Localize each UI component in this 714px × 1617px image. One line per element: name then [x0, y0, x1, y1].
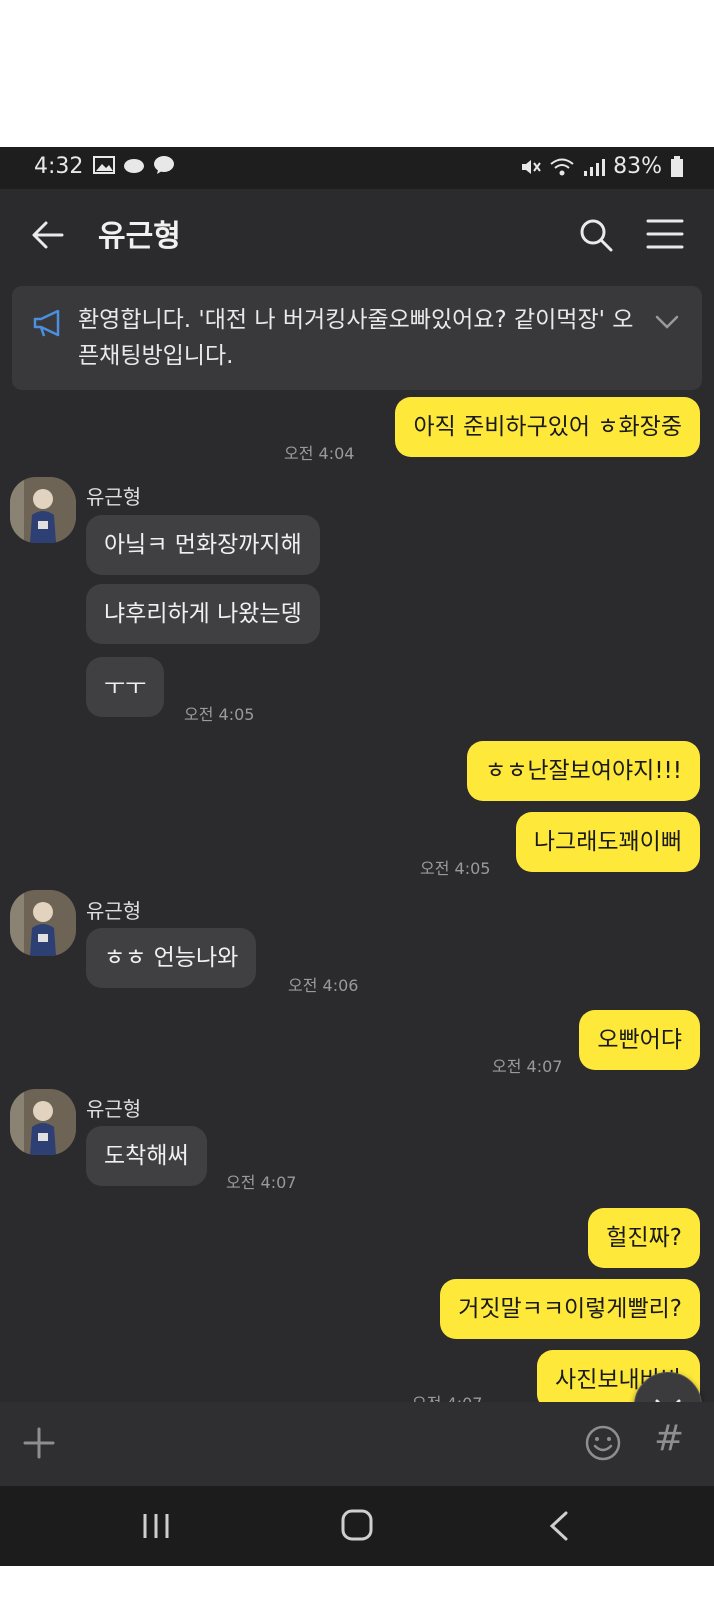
search-icon[interactable]: [578, 217, 614, 253]
battery-icon: [671, 155, 683, 177]
sender-name: 유근형: [86, 1097, 142, 1121]
status-time: 4:32: [34, 154, 84, 179]
recent-apps-icon[interactable]: [140, 1510, 172, 1542]
system-navigation-bar: [0, 1486, 714, 1566]
my-message-bubble[interactable]: ㅎㅎ난잘보여야지!!!: [467, 741, 700, 801]
chevron-down-icon[interactable]: [654, 312, 680, 332]
chat-screen: 4:32 83% 유근형 환영합니다. '대전 나 버거킹사줄오빠있어요? 같이…: [0, 147, 714, 1617]
message-time: 오전 4:06: [288, 976, 359, 995]
profile-photo: [10, 477, 76, 543]
message-time: 오전 4:05: [184, 705, 255, 724]
nav-back-icon[interactable]: [546, 1510, 570, 1542]
profile-photo: [10, 1089, 76, 1155]
home-icon[interactable]: [340, 1508, 374, 1542]
menu-icon[interactable]: [646, 217, 684, 251]
message-time: 오전 4:07: [492, 1057, 563, 1076]
message-time: 오전 4:04: [284, 444, 355, 463]
megaphone-icon: [33, 309, 60, 337]
plus-icon[interactable]: [22, 1426, 56, 1460]
notice-banner[interactable]: 환영합니다. '대전 나 버거킹사줄오빠있어요? 같이먹장' 오픈채팅방입니다.: [12, 286, 702, 390]
battery-percent: 83%: [613, 154, 662, 179]
bottom-blank-area: [0, 1566, 714, 1617]
gallery-icon: [93, 156, 115, 174]
message-input-bar[interactable]: #: [0, 1402, 714, 1486]
back-arrow-icon[interactable]: [30, 217, 66, 253]
my-message-bubble[interactable]: 헐진짜?: [588, 1208, 700, 1268]
wifi-icon: [550, 158, 574, 175]
hashtag-button[interactable]: #: [654, 1418, 684, 1459]
my-message-bubble[interactable]: 오빤어댜: [579, 1010, 700, 1070]
message-time: 오전 4:07: [226, 1173, 297, 1192]
my-message-bubble[interactable]: 거짓말ㅋㅋ이렇게빨리?: [440, 1279, 700, 1339]
signal-icon: [584, 158, 606, 176]
notification-icons: [93, 155, 175, 175]
notice-text: 환영합니다. '대전 나 버거킹사줄오빠있어요? 같이먹장' 오픈채팅방입니다.: [78, 307, 634, 369]
chat-title: 유근형: [98, 219, 181, 254]
emoji-icon[interactable]: [584, 1424, 622, 1462]
mute-icon: [522, 159, 541, 174]
status-bar: 4:32 83%: [0, 147, 714, 189]
cloud-icon: [124, 159, 144, 173]
system-indicators: 83%: [519, 154, 684, 179]
my-message-bubble[interactable]: 나그래도꽤이뻐: [515, 812, 700, 872]
other-message-bubble[interactable]: 도착해써: [86, 1126, 207, 1186]
my-message-bubble[interactable]: 아직 준비하구있어 ㅎ화장중: [395, 397, 700, 457]
avatar[interactable]: [10, 1089, 76, 1155]
avatar[interactable]: [10, 890, 76, 956]
kakaotalk-icon: [154, 156, 174, 174]
sender-name: 유근형: [86, 899, 142, 923]
profile-photo: [10, 890, 76, 956]
message-time: 오전 4:05: [420, 859, 491, 878]
chat-header: 유근형: [0, 189, 714, 279]
other-message-bubble[interactable]: 아닠ㅋ 먼화장까지해: [86, 515, 320, 575]
other-message-bubble[interactable]: ㅜㅜ: [86, 657, 165, 717]
avatar[interactable]: [10, 477, 76, 543]
sender-name: 유근형: [86, 485, 142, 509]
other-message-bubble[interactable]: 냐후리하게 나왔는뎅: [86, 584, 320, 644]
top-blank-area: [0, 0, 714, 147]
other-message-bubble[interactable]: ㅎㅎ 언능나와: [86, 928, 257, 988]
